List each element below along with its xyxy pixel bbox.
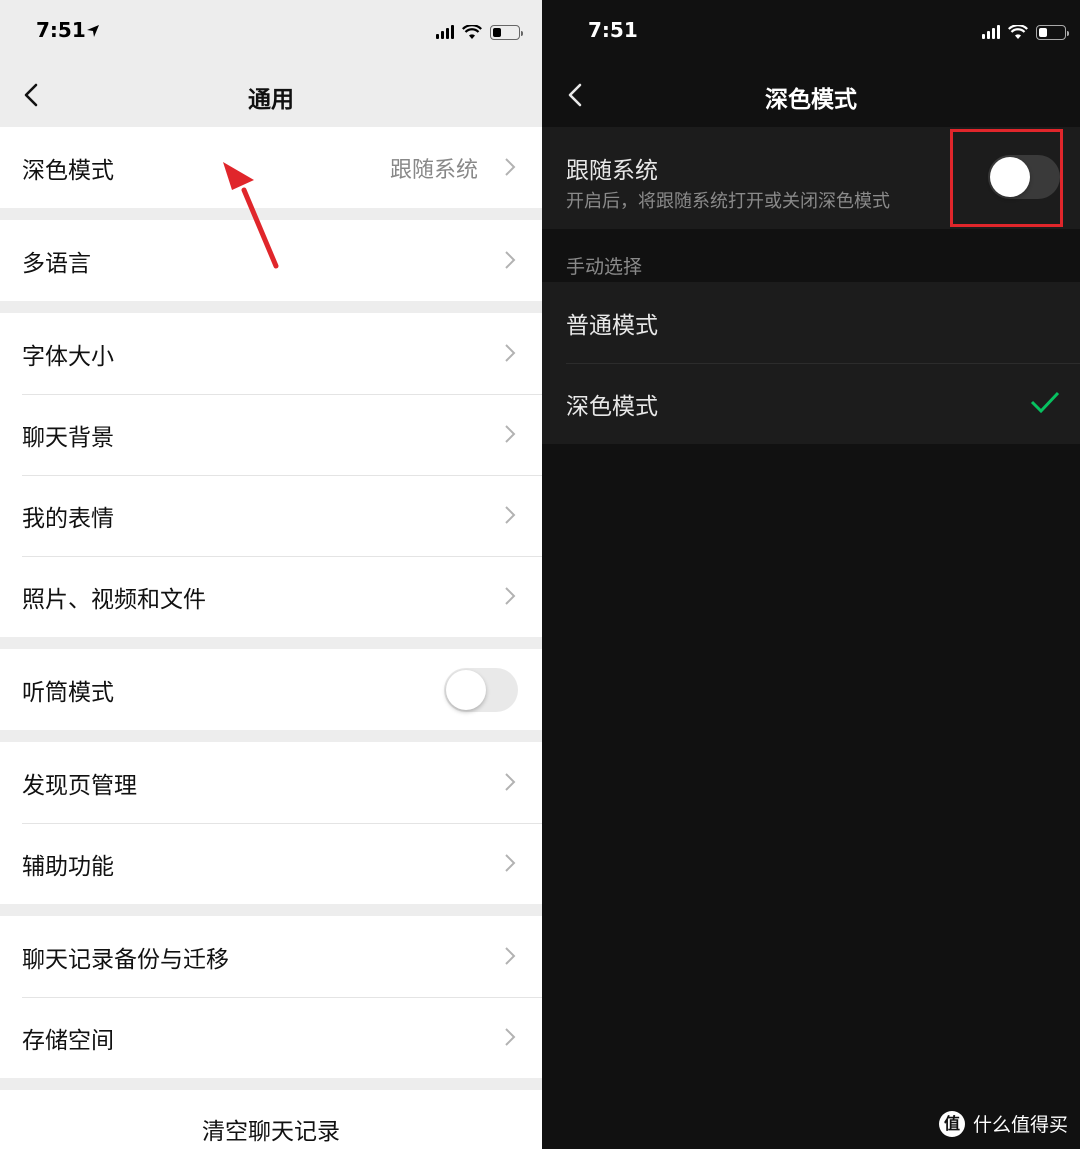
- font-size-row[interactable]: 字体大小: [0, 313, 542, 394]
- wifi-icon: [462, 24, 482, 39]
- storage-row[interactable]: 存储空间: [0, 997, 542, 1078]
- status-icons: [436, 22, 523, 42]
- dark-mode-option[interactable]: 深色模式: [542, 363, 1080, 444]
- follow-system-description: 开启后，将跟随系统打开或关闭深色模式: [566, 191, 890, 212]
- row-value: 跟随系统: [389, 157, 478, 183]
- row-label: 多语言: [22, 250, 91, 277]
- settings-group-storage: 聊天记录备份与迁移 存储空间: [0, 916, 542, 1078]
- watermark-logo: 值: [938, 1110, 965, 1137]
- settings-group-chat: 字体大小 聊天背景 我的表情 照片、视频和文件: [0, 313, 542, 637]
- accessibility-row[interactable]: 辅助功能: [0, 823, 542, 904]
- annotation-arrow-icon: [223, 162, 279, 269]
- settings-group-earpiece: 听筒模式: [0, 649, 542, 730]
- chevron-right-icon: [505, 947, 516, 965]
- signal-icon: [436, 25, 454, 39]
- row-label: 存储空间: [22, 1027, 114, 1054]
- row-label: 聊天背景: [22, 424, 114, 451]
- chevron-right-icon: [505, 506, 516, 524]
- nav-bar: 深色模式: [542, 64, 1080, 126]
- dark-mode-screen: 7:51 深色模式 跟随系统 开启后，将跟随系统打开或关闭深色模式 手动选择 普…: [542, 0, 1080, 1149]
- wifi-icon: [1008, 24, 1028, 39]
- status-time: 7:51: [588, 18, 638, 42]
- row-label: 字体大小: [22, 343, 114, 370]
- earpiece-mode-row: 听筒模式: [0, 649, 542, 730]
- light-settings-screen: 7:51 通用 深色模式 跟随系统 多语言 字体大小 聊天背景 我的表情 照片、…: [0, 0, 542, 1149]
- chevron-right-icon: [505, 587, 516, 605]
- media-files-row[interactable]: 照片、视频和文件: [0, 556, 542, 637]
- watermark-text: 什么值得买: [972, 1114, 1068, 1136]
- status-time: 7:51: [36, 18, 86, 42]
- option-label: 深色模式: [566, 393, 658, 420]
- chevron-right-icon: [505, 344, 516, 362]
- discover-manage-row[interactable]: 发现页管理: [0, 742, 542, 823]
- watermark: 值 什么值得买: [938, 1110, 1068, 1137]
- status-bar: 7:51: [542, 0, 1080, 64]
- mode-options-group: 普通模式 深色模式: [542, 282, 1080, 444]
- nav-bar: 通用: [0, 64, 542, 126]
- row-label: 照片、视频和文件: [22, 586, 206, 613]
- chat-backup-row[interactable]: 聊天记录备份与迁移: [0, 916, 542, 997]
- location-arrow-icon: [87, 25, 99, 37]
- row-label: 发现页管理: [22, 772, 137, 799]
- chevron-right-icon: [505, 251, 516, 269]
- chevron-right-icon: [505, 158, 516, 176]
- battery-icon: [490, 24, 523, 40]
- battery-icon: [1036, 24, 1069, 40]
- clear-chat-history-button[interactable]: 清空聊天记录: [0, 1090, 542, 1149]
- status-icons: [982, 22, 1069, 42]
- page-title: 深色模式: [765, 87, 857, 113]
- chevron-right-icon: [505, 425, 516, 443]
- manual-select-header: 手动选择: [566, 256, 643, 278]
- settings-group-discover: 发现页管理 辅助功能: [0, 742, 542, 904]
- annotation-highlight-box: [950, 129, 1063, 227]
- row-label: 我的表情: [22, 505, 114, 532]
- row-label: 辅助功能: [22, 853, 114, 880]
- option-label: 普通模式: [566, 312, 658, 339]
- follow-system-title: 跟随系统: [566, 158, 658, 184]
- page-title: 通用: [248, 87, 294, 113]
- row-label: 听筒模式: [22, 679, 114, 706]
- chevron-right-icon: [505, 773, 516, 791]
- my-stickers-row[interactable]: 我的表情: [0, 475, 542, 556]
- checkmark-icon: [1030, 391, 1060, 414]
- status-bar: 7:51: [0, 0, 542, 64]
- normal-mode-option[interactable]: 普通模式: [542, 282, 1080, 363]
- chevron-right-icon: [505, 854, 516, 872]
- signal-icon: [982, 25, 1000, 39]
- earpiece-mode-toggle[interactable]: [444, 667, 518, 712]
- row-label: 深色模式: [22, 157, 114, 184]
- chevron-right-icon: [505, 1028, 516, 1046]
- chat-background-row[interactable]: 聊天背景: [0, 394, 542, 475]
- row-label: 聊天记录备份与迁移: [22, 946, 229, 973]
